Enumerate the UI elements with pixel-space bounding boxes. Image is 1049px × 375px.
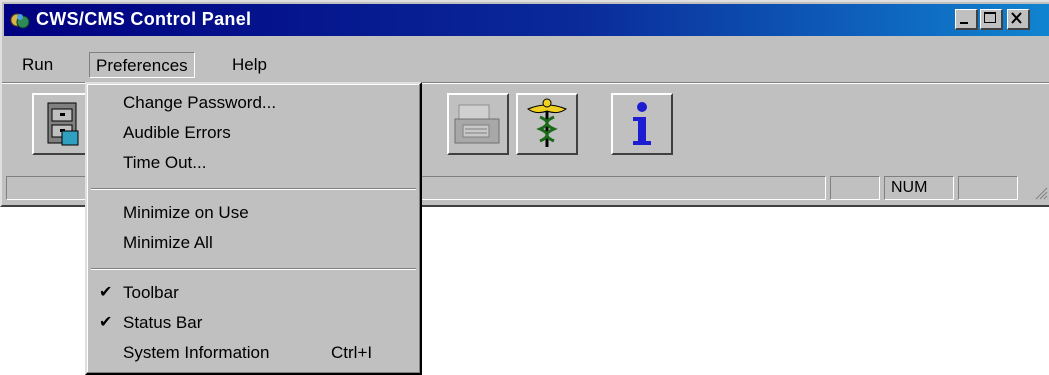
caduceus-icon [527, 98, 567, 147]
maximize-button[interactable] [980, 9, 1003, 30]
menu-item-status-bar[interactable]: ✔ Status Bar [87, 308, 420, 338]
file-cabinet-icon [47, 102, 79, 146]
window-title: CWS/CMS Control Panel [36, 9, 252, 29]
menu-item-minimize-all[interactable]: Minimize All [87, 228, 420, 258]
menu-item-toolbar[interactable]: ✔ Toolbar [87, 278, 420, 308]
menu-item-label: Audible Errors [123, 123, 231, 142]
menu-separator [91, 188, 416, 190]
menu-bar: Run Preferences Help [2, 38, 1049, 78]
resize-grip-icon[interactable] [1032, 184, 1048, 200]
checkmark-icon: ✔ [99, 284, 113, 301]
menu-item-time-out[interactable]: Time Out... [87, 148, 420, 178]
menu-item-label: Toolbar [123, 283, 179, 302]
menu-item-system-information[interactable]: System Information Ctrl+I [87, 338, 420, 368]
info-icon [633, 102, 651, 145]
title-bar[interactable]: CWS/CMS Control Panel [4, 4, 1049, 36]
close-button[interactable] [1007, 9, 1030, 30]
menu-help[interactable]: Help [226, 52, 273, 78]
status-num-indicator: NUM [884, 176, 954, 200]
app-icon [10, 13, 30, 29]
close-icon [1011, 12, 1022, 24]
menu-item-change-password[interactable]: Change Password... [87, 88, 420, 118]
maximize-icon [984, 12, 996, 23]
minimize-icon [960, 22, 968, 24]
menu-separator [91, 268, 416, 270]
checkmark-icon: ✔ [99, 314, 113, 331]
toolbar-button-printer[interactable] [447, 93, 509, 155]
toolbar-button-info[interactable] [611, 93, 673, 155]
menu-item-label: System Information [123, 343, 270, 362]
menu-item-audible-errors[interactable]: Audible Errors [87, 118, 420, 148]
menu-preferences[interactable]: Preferences [89, 52, 195, 78]
status-pane-scroll [958, 176, 1018, 200]
menu-item-shortcut: Ctrl+I [331, 343, 373, 362]
menu-item-label: Minimize All [123, 233, 213, 252]
menu-item-label: Minimize on Use [123, 203, 249, 222]
preferences-dropdown: Change Password... Audible Errors Time O… [85, 82, 422, 375]
menu-run[interactable]: Run [16, 52, 59, 78]
menu-item-label: Change Password... [123, 93, 277, 112]
printer-icon [454, 104, 500, 144]
menu-item-minimize-on-use[interactable]: Minimize on Use [87, 198, 420, 228]
menu-item-label: Time Out... [123, 153, 207, 172]
status-pane-caps [830, 176, 880, 200]
toolbar-button-caduceus[interactable] [516, 93, 578, 155]
menu-item-label: Status Bar [123, 313, 203, 332]
minimize-button[interactable] [955, 9, 978, 30]
